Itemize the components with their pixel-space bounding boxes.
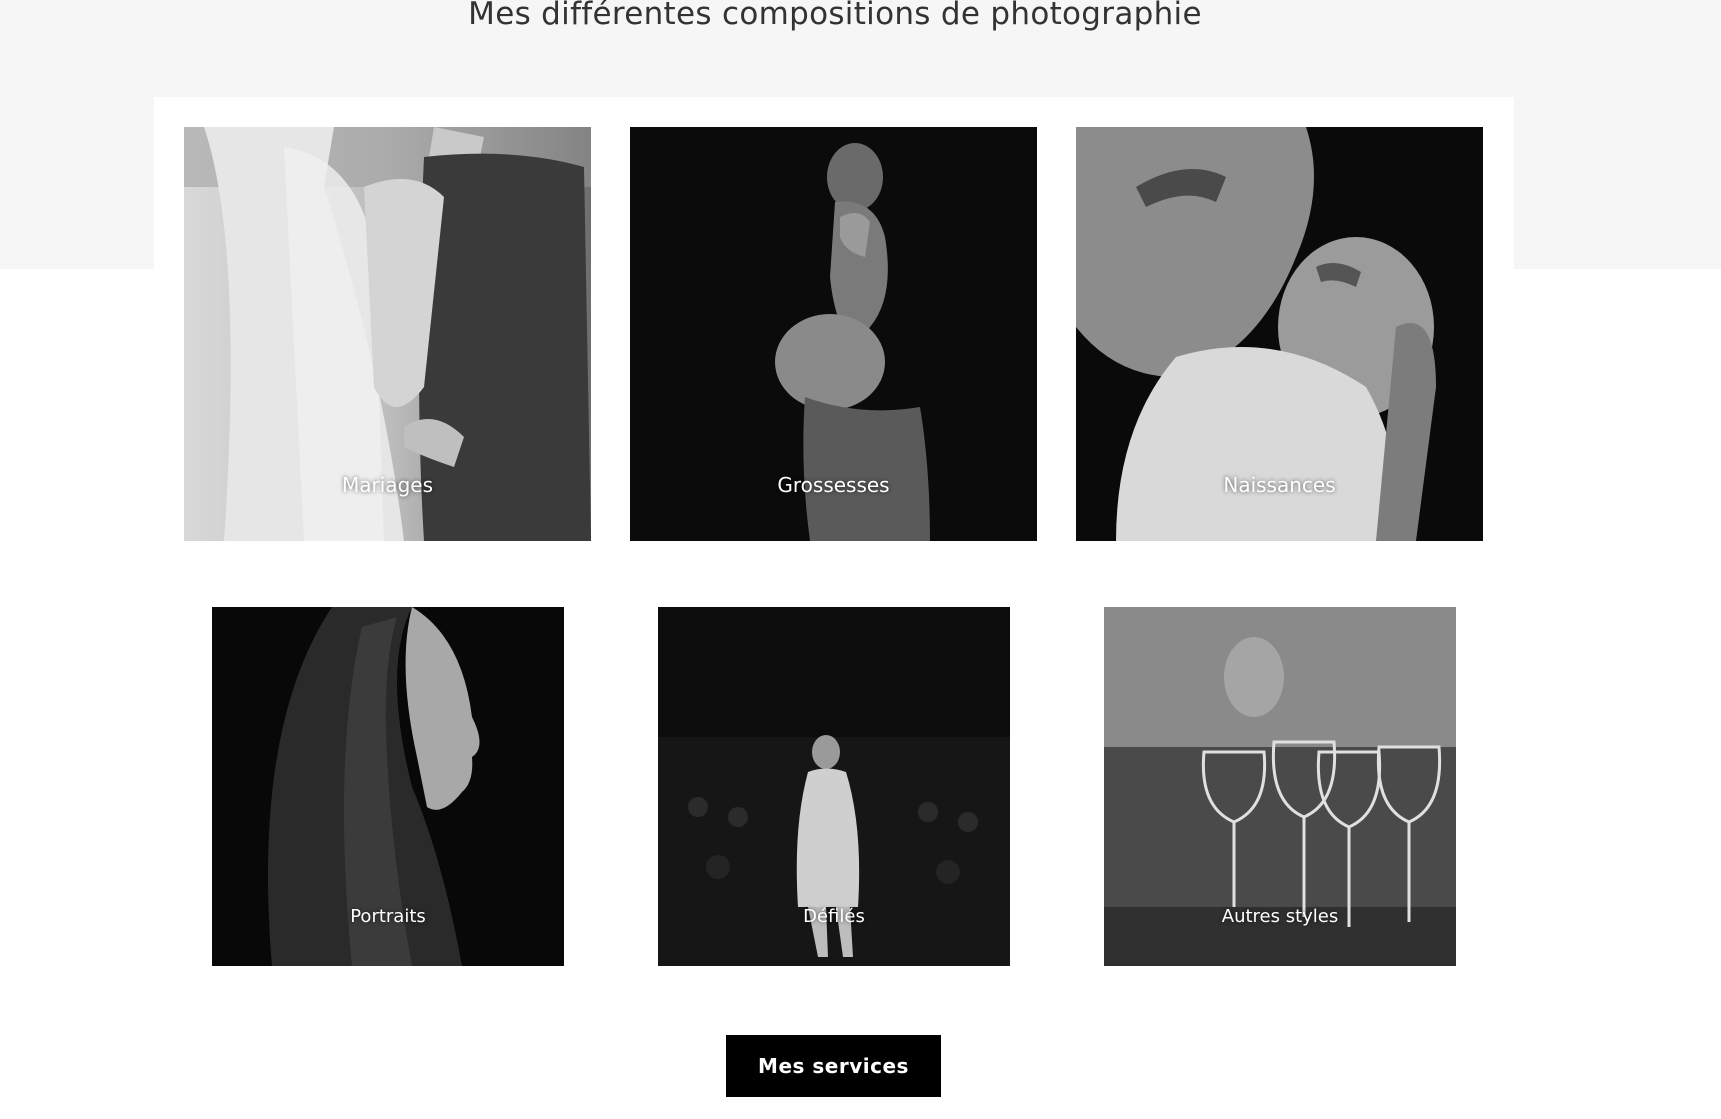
- mes-services-button[interactable]: Mes services: [726, 1035, 941, 1097]
- gallery-tile-naissances[interactable]: Naissances: [1076, 127, 1483, 541]
- tile-label: Autres styles: [1221, 906, 1339, 927]
- gallery-tile-grossesses[interactable]: Grossesses: [630, 127, 1037, 541]
- tile-label: Mariages: [342, 473, 433, 497]
- gallery-tile-mariages[interactable]: Mariages: [184, 127, 591, 541]
- gallery-tile-autres-styles[interactable]: Autres styles: [1104, 607, 1456, 966]
- tile-label: Défilés: [803, 906, 865, 927]
- gallery-tile-portraits[interactable]: Portraits: [212, 607, 564, 966]
- section-title: Mes différentes compositions de photogra…: [468, 0, 1202, 32]
- tile-label: Grossesses: [777, 473, 890, 497]
- gallery-tile-defiles[interactable]: Défilés: [658, 607, 1010, 966]
- tile-label: Portraits: [350, 906, 426, 927]
- tile-label: Naissances: [1223, 473, 1336, 497]
